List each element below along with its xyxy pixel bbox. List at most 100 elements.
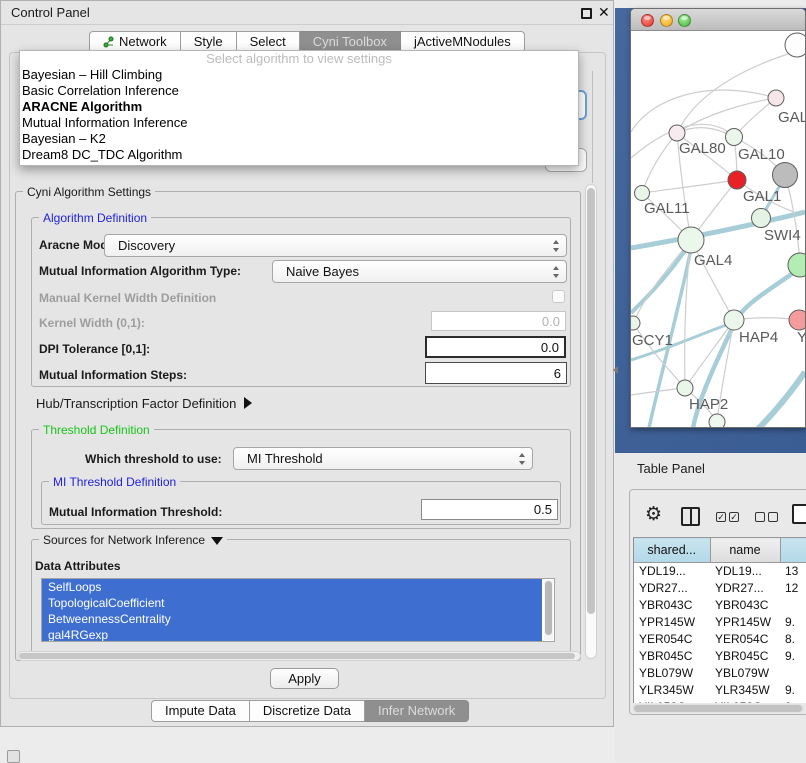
- scrollbar-thumb[interactable]: [545, 581, 552, 635]
- table-cell[interactable]: YBR043C: [634, 597, 710, 614]
- table-cell[interactable]: YPR145W: [634, 614, 710, 631]
- listbox-scrollbar[interactable]: [544, 580, 553, 640]
- which-threshold-combobox[interactable]: MI Threshold: [233, 447, 533, 470]
- sources-disclosure[interactable]: Sources for Network Inference: [39, 533, 227, 547]
- network-canvas[interactable]: GALGAL80GAL10GAL1GAL11SWI4GAL4YHAP4GCY1H…: [631, 31, 805, 428]
- checked-columns-icon[interactable]: ✓✓: [716, 512, 739, 522]
- mi-steps-field[interactable]: 6: [425, 362, 567, 384]
- attribute-item-selected[interactable]: SelfLoops: [42, 579, 542, 595]
- table-cell[interactable]: YDL19...: [710, 563, 780, 580]
- gear-icon[interactable]: ⚙: [645, 503, 662, 526]
- network-edge[interactable]: [642, 180, 737, 193]
- attribute-item-selected[interactable]: gal4RGexp: [42, 627, 542, 642]
- network-node[interactable]: [678, 227, 704, 253]
- table-cell[interactable]: YLR345W: [634, 682, 710, 699]
- close-traffic-light-icon[interactable]: [641, 14, 654, 27]
- table-cell[interactable]: YIL052C: [710, 699, 780, 704]
- network-node[interactable]: [635, 186, 650, 201]
- table-cell[interactable]: YDR27...: [634, 580, 710, 597]
- column-header-a[interactable]: A: [780, 538, 806, 563]
- network-edge[interactable]: [677, 98, 776, 133]
- table-row[interactable]: YBL079WYBL079W: [634, 665, 806, 682]
- table-cell[interactable]: 9.: [780, 682, 806, 699]
- network-edge[interactable]: [757, 372, 805, 428]
- network-edge[interactable]: [785, 175, 800, 265]
- table-row[interactable]: YLR345WYLR345W9.: [634, 682, 806, 699]
- network-edge[interactable]: [631, 90, 776, 132]
- table-cell[interactable]: YDL19...: [634, 563, 710, 580]
- table-row[interactable]: YBR045CYBR045C9.: [634, 648, 806, 665]
- table-cell[interactable]: YLR345W: [710, 682, 780, 699]
- mi-type-combobox[interactable]: Naive Bayes: [272, 260, 567, 283]
- table-row[interactable]: YBR043CYBR043C: [634, 597, 806, 614]
- table-cell[interactable]: 8.: [780, 631, 806, 648]
- scrollbar-thumb[interactable]: [634, 705, 802, 712]
- network-node[interactable]: [724, 310, 744, 330]
- network-node[interactable]: [728, 171, 746, 189]
- minimize-traffic-light-icon[interactable]: [660, 14, 673, 27]
- zoom-traffic-light-icon[interactable]: [678, 14, 691, 27]
- table-row[interactable]: YER054CYER054C8.: [634, 631, 806, 648]
- network-node[interactable]: [709, 414, 725, 428]
- unchecked-columns-icon[interactable]: [755, 512, 778, 522]
- scrollbar-thumb[interactable]: [19, 653, 575, 659]
- kernel-width-field[interactable]: 0.0: [431, 311, 566, 331]
- algorithm-option-selected[interactable]: ARACNE Algorithm: [20, 99, 578, 115]
- tab-discretize-data[interactable]: Discretize Data: [250, 700, 365, 722]
- scrollbar-thumb[interactable]: [587, 188, 595, 614]
- table-row[interactable]: YIL052CYIL052C9: [634, 699, 806, 704]
- apply-button[interactable]: Apply: [270, 668, 339, 689]
- network-node[interactable]: [677, 380, 693, 396]
- network-node[interactable]: [752, 209, 771, 228]
- tab-infer-network[interactable]: Infer Network: [365, 700, 469, 722]
- table-cell[interactable]: YER054C: [710, 631, 780, 648]
- network-node[interactable]: [631, 316, 640, 330]
- table-cell[interactable]: YDR27...: [710, 580, 780, 597]
- table-row[interactable]: YPR145WYPR145W9.: [634, 614, 806, 631]
- table-cell[interactable]: YBL079W: [710, 665, 780, 682]
- table-row[interactable]: YDL19...YDL19...13: [634, 563, 806, 580]
- table-cell[interactable]: [780, 597, 806, 614]
- close-icon[interactable]: ✕: [598, 4, 610, 21]
- table-cell[interactable]: YBR043C: [710, 597, 780, 614]
- network-node[interactable]: [768, 90, 784, 106]
- algorithm-option[interactable]: Bayesian – Hill Climbing: [20, 67, 578, 83]
- column-header-name[interactable]: name: [710, 538, 780, 563]
- file-icon[interactable]: [792, 504, 806, 524]
- network-node[interactable]: [726, 129, 743, 146]
- attribute-item-selected[interactable]: TopologicalCoefficient: [42, 595, 542, 611]
- table-cell[interactable]: YBR045C: [710, 648, 780, 665]
- column-header-shared-name[interactable]: shared...: [634, 538, 710, 563]
- network-node[interactable]: [669, 125, 685, 141]
- settings-horizontal-scrollbar[interactable]: [17, 651, 581, 661]
- table-cell[interactable]: 13: [780, 563, 806, 580]
- splitter-arrow-icon[interactable]: [613, 366, 618, 374]
- table-cell[interactable]: YBL079W: [634, 665, 710, 682]
- network-node[interactable]: [773, 163, 798, 188]
- aracne-mode-combobox[interactable]: Discovery: [104, 234, 567, 257]
- table-cell[interactable]: 12: [780, 580, 806, 597]
- table-row[interactable]: YDR27...YDR27...12: [634, 580, 806, 597]
- algorithm-option[interactable]: Mutual Information Inference: [20, 115, 578, 131]
- split-view-icon[interactable]: [681, 507, 700, 526]
- table-cell[interactable]: [780, 665, 806, 682]
- table-cell[interactable]: YER054C: [634, 631, 710, 648]
- table-cell[interactable]: 9: [780, 699, 806, 704]
- table-cell[interactable]: 9.: [780, 648, 806, 665]
- dpi-tolerance-field[interactable]: 0.0: [425, 336, 566, 358]
- mi-threshold-field[interactable]: 0.5: [421, 499, 558, 520]
- table-cell[interactable]: 9.: [780, 614, 806, 631]
- settings-vertical-scrollbar[interactable]: [585, 184, 597, 659]
- table-cell[interactable]: YIL052C: [634, 699, 710, 704]
- algorithm-option[interactable]: Bayesian – K2: [20, 131, 578, 147]
- tab-impute-data[interactable]: Impute Data: [151, 700, 250, 722]
- table-horizontal-scrollbar[interactable]: [633, 704, 804, 713]
- network-node[interactable]: [785, 33, 805, 57]
- table-cell[interactable]: YPR145W: [710, 614, 780, 631]
- network-node[interactable]: [789, 310, 805, 330]
- network-edge[interactable]: [642, 133, 677, 193]
- hub-definition-disclosure[interactable]: Hub/Transcription Factor Definition: [36, 396, 252, 411]
- table-cell[interactable]: YBR045C: [634, 648, 710, 665]
- float-window-icon[interactable]: [581, 8, 592, 19]
- minimized-panel-icon[interactable]: [7, 750, 20, 763]
